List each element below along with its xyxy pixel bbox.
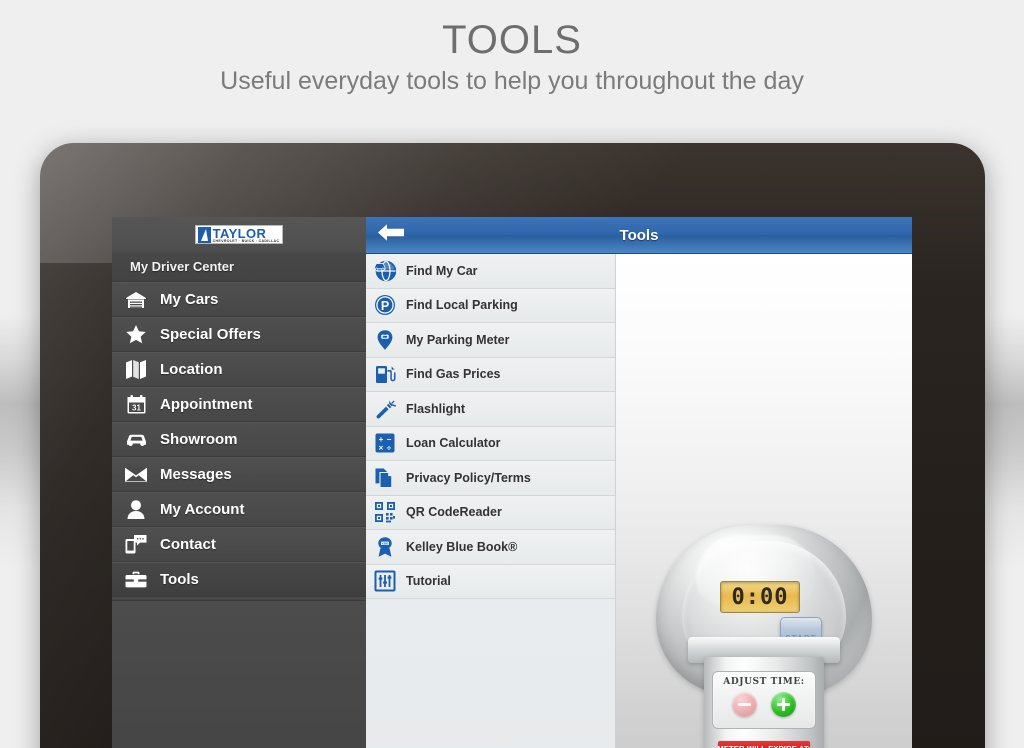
gas-pump-icon <box>374 363 396 385</box>
tool-item-tutorial[interactable]: Tutorial <box>366 564 615 599</box>
parking-meter-graphic: 0:00 START ADJUST TIME: <box>648 525 880 748</box>
sidebar-item-label: Tools <box>160 571 199 588</box>
find-my-car-icon <box>374 260 396 282</box>
svg-text:31: 31 <box>132 404 141 413</box>
app-topbar: Tools <box>366 217 912 254</box>
sidebar-item-label: Special Offers <box>160 326 261 343</box>
sidebar-item-messages[interactable]: Messages <box>112 457 366 492</box>
sidebar: TAYLOR CHEVROLET · BUICK · CADILLAC My D… <box>112 217 366 748</box>
taylor-logo-icon[interactable]: TAYLOR CHEVROLET · BUICK · CADILLAC <box>194 224 284 245</box>
sidebar-item-my-account[interactable]: My Account <box>112 492 366 527</box>
sidebar-item-my-cars[interactable]: My Cars <box>112 282 366 317</box>
envelope-icon <box>124 464 148 486</box>
svg-text:KBB: KBB <box>382 541 389 545</box>
sidebar-item-label: Showroom <box>160 431 238 448</box>
page-heading-block: TOOLS Useful everyday tools to help you … <box>0 18 1024 96</box>
meter-body: ADJUST TIME: METER WILL EXPIRE AT: <box>704 657 824 748</box>
tool-item-label: QR CodeReader <box>406 505 502 520</box>
tool-item-my-parking-meter[interactable]: My Parking Meter <box>366 323 615 358</box>
tool-item-label: My Parking Meter <box>406 332 510 347</box>
tablet-device: TAYLOR CHEVROLET · BUICK · CADILLAC My D… <box>40 143 985 748</box>
calendar-icon: 31 <box>124 394 148 416</box>
meter-adjust-panel: ADJUST TIME: <box>712 671 816 729</box>
sidebar-item-special-offers[interactable]: Special Offers <box>112 317 366 352</box>
tool-item-loan-calculator[interactable]: + − × ÷ Loan Calculator <box>366 426 615 461</box>
sidebar-section-header: My Driver Center <box>112 252 366 282</box>
sliders-icon <box>374 570 396 592</box>
sidebar-item-label: My Account <box>160 501 245 518</box>
tool-item-find-my-car[interactable]: Find My Car <box>366 254 615 289</box>
tool-item-label: Kelley Blue Book® <box>406 539 518 554</box>
parking-p-icon: P <box>374 294 396 316</box>
sidebar-item-tools[interactable]: Tools <box>112 562 366 597</box>
tool-item-qr-code-reader[interactable]: QR CodeReader <box>366 495 615 530</box>
documents-icon <box>374 467 396 489</box>
tool-item-label: Tutorial <box>406 574 451 589</box>
tool-item-find-local-parking[interactable]: P Find Local Parking <box>366 288 615 323</box>
sidebar-item-label: Messages <box>160 466 232 483</box>
meter-adjust-buttons <box>713 692 815 717</box>
tool-item-label: Flashlight <box>406 401 466 416</box>
meter-expire-label: METER WILL EXPIRE AT: <box>717 743 811 748</box>
meter-adjust-label: ADJUST TIME: <box>723 677 805 687</box>
meter-time-value: 0:00 <box>731 584 789 610</box>
tool-item-label: Find My Car <box>406 263 478 278</box>
svg-text:P: P <box>381 299 389 313</box>
sidebar-item-label: Appointment <box>160 396 253 413</box>
map-icon <box>124 359 148 381</box>
parking-meter-icon <box>374 329 396 351</box>
kbb-badge-icon: KBB <box>374 536 396 558</box>
topbar-title: Tools <box>619 226 659 244</box>
sidebar-item-label: Contact <box>160 536 216 553</box>
tool-item-kelley-blue-book[interactable]: KBB Kelley Blue Book® <box>366 530 615 565</box>
sidebar-item-appointment[interactable]: 31 Appointment <box>112 387 366 422</box>
sidebar-item-location[interactable]: Location <box>112 352 366 387</box>
back-arrow-icon[interactable] <box>378 223 404 247</box>
svg-text:÷: ÷ <box>387 444 392 453</box>
meter-expire-banner: METER WILL EXPIRE AT: <box>717 741 811 748</box>
minus-circle-icon[interactable] <box>732 692 757 717</box>
tools-list: Find My Car P Find Local Parking My Park… <box>366 254 616 748</box>
tool-item-label: Privacy Policy/Terms <box>406 470 531 485</box>
page-subtitle: Useful everyday tools to help you throug… <box>220 67 804 95</box>
tools-list-empty-area <box>366 599 615 748</box>
calculator-icon: + − × ÷ <box>374 432 396 454</box>
sidebar-item-label: Location <box>160 361 223 378</box>
tablet-screen: TAYLOR CHEVROLET · BUICK · CADILLAC My D… <box>112 217 912 748</box>
tool-item-flashlight[interactable]: Flashlight <box>366 392 615 427</box>
logo-subtitle: CHEVROLET · BUICK · CADILLAC <box>212 238 280 243</box>
main-area: Tools Find My Car P Find Local Parking M… <box>366 217 912 748</box>
taylor-logo-mark-icon <box>197 227 211 243</box>
tool-item-label: Loan Calculator <box>406 436 501 451</box>
car-icon <box>124 429 148 451</box>
person-icon <box>124 499 148 521</box>
star-icon <box>124 324 148 346</box>
svg-text:×: × <box>379 444 384 453</box>
meter-time-display: 0:00 <box>720 581 800 613</box>
sidebar-item-label: My Cars <box>160 291 219 308</box>
qr-code-icon <box>374 501 396 523</box>
content-panes: Find My Car P Find Local Parking My Park… <box>366 254 912 748</box>
toolbox-icon <box>124 569 148 591</box>
tool-item-label: Find Gas Prices <box>406 367 501 382</box>
plus-circle-icon[interactable] <box>771 692 796 717</box>
tool-item-privacy-policy-terms[interactable]: Privacy Policy/Terms <box>366 461 615 496</box>
page-title: TOOLS <box>442 18 582 62</box>
tool-detail-pane: 0:00 START ADJUST TIME: <box>616 254 912 748</box>
sidebar-item-showroom[interactable]: Showroom <box>112 422 366 457</box>
sidebar-logo-bar: TAYLOR CHEVROLET · BUICK · CADILLAC <box>112 217 366 252</box>
tool-item-label: Find Local Parking <box>406 298 518 313</box>
sidebar-item-contact[interactable]: Contact <box>112 527 366 562</box>
sidebar-empty-area <box>112 600 366 748</box>
logo-name: TAYLOR <box>212 225 267 241</box>
garage-icon <box>124 289 148 311</box>
flashlight-icon <box>374 398 396 420</box>
chat-phone-icon <box>124 534 148 556</box>
tool-item-find-gas-prices[interactable]: Find Gas Prices <box>366 357 615 392</box>
